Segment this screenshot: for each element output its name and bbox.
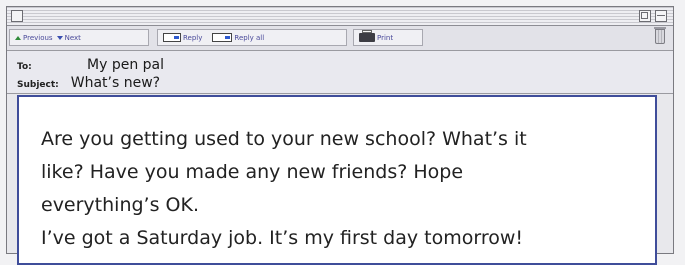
arrow-down-icon bbox=[56, 35, 63, 40]
reply-all-label: Reply all bbox=[234, 33, 265, 42]
close-box-icon[interactable] bbox=[11, 10, 23, 22]
next-label: Next bbox=[64, 33, 81, 42]
subject-label: Subject: bbox=[17, 80, 59, 90]
message-body-text: Are you getting used to your new school?… bbox=[41, 123, 661, 255]
mail-reply-all-icon bbox=[212, 33, 233, 42]
reply-label: Reply bbox=[183, 33, 203, 42]
printer-icon bbox=[359, 30, 375, 42]
trash-icon[interactable] bbox=[654, 27, 666, 44]
message-header: To: My pen pal Subject: What’s new? bbox=[7, 51, 673, 94]
reply-group: Reply Reply all bbox=[157, 29, 347, 46]
navigation-group: Previous Next bbox=[9, 29, 149, 46]
subject-field[interactable]: What’s new? bbox=[71, 75, 160, 91]
to-label: To: bbox=[17, 62, 32, 72]
mail-reply-icon bbox=[163, 33, 181, 42]
body-paragraph: Are you getting used to your new school?… bbox=[41, 128, 527, 216]
to-field[interactable]: My pen pal bbox=[87, 57, 164, 73]
email-window: Previous Next Reply Reply all Print To: … bbox=[6, 6, 674, 265]
print-button[interactable]: Print bbox=[359, 30, 394, 42]
arrow-up-icon bbox=[15, 35, 21, 40]
to-row: To: My pen pal bbox=[17, 57, 164, 73]
title-bar[interactable] bbox=[7, 7, 673, 26]
reply-all-button[interactable]: Reply all bbox=[212, 33, 264, 42]
print-group: Print bbox=[353, 29, 423, 46]
previous-button[interactable]: Previous bbox=[15, 34, 53, 42]
message-body[interactable]: Are you getting used to your new school?… bbox=[17, 95, 657, 265]
print-label: Print bbox=[377, 33, 394, 42]
subject-row: Subject: What’s new? bbox=[17, 75, 160, 91]
body-paragraph: I’ve got a Saturday job. It’s my first d… bbox=[41, 227, 524, 249]
next-button[interactable]: Next bbox=[56, 33, 81, 42]
zoom-box-icon[interactable] bbox=[639, 10, 651, 22]
collapse-box-icon[interactable] bbox=[655, 10, 667, 22]
reply-button[interactable]: Reply bbox=[163, 33, 202, 42]
previous-label: Previous bbox=[23, 33, 53, 42]
toolbar: Previous Next Reply Reply all Print bbox=[7, 26, 673, 51]
